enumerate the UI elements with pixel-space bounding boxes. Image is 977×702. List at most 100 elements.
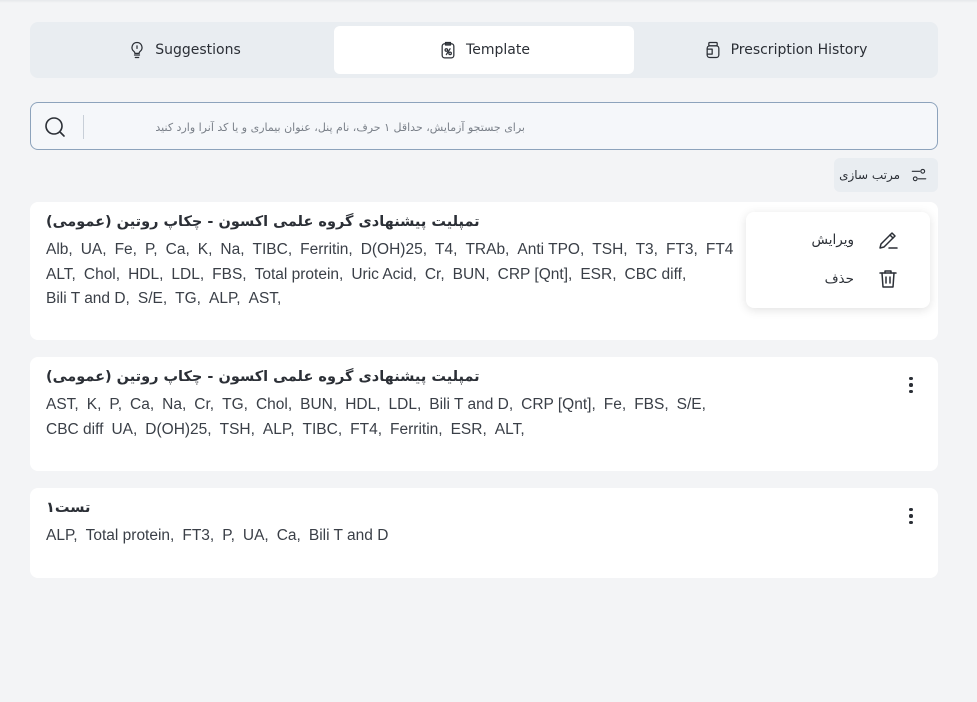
sort-filter-icon (911, 168, 927, 182)
more-options-icon[interactable] (904, 375, 918, 395)
test-item: S/E, (137, 290, 168, 307)
edit-menu-item[interactable]: ویرایش (746, 220, 930, 260)
test-item: Na, (220, 241, 245, 258)
pencil-icon (879, 232, 898, 249)
search-bar (30, 102, 938, 150)
test-item: Chol, (83, 265, 121, 283)
test-item: T4, (435, 241, 458, 258)
test-item: P, (109, 396, 123, 413)
test-item: Ferritin, (390, 420, 443, 438)
test-item: Alb, (46, 241, 73, 258)
test-item: ESR, (580, 265, 617, 283)
tab-label: Suggestions (155, 42, 241, 58)
sort-button[interactable]: مرتب سازی (834, 158, 938, 192)
test-item: TRAb, (465, 241, 510, 258)
test-item: TSH, (592, 241, 628, 258)
test-item: FT4 (705, 241, 734, 258)
test-item: Bili T and D, (429, 396, 514, 413)
test-item: Na, (162, 396, 187, 413)
test-item: FBS, (634, 396, 669, 413)
template-card[interactable]: تست۱ ALP, Total protein, FT3, P, UA, Ca, Bili … (30, 488, 938, 578)
test-item: T3, (635, 241, 658, 258)
test-item: FT3, (182, 527, 215, 544)
template-title: تمپلیت پیشنهادی گروه علمی اکسون - چکاپ ر… (46, 214, 480, 230)
test-item: D(OH)25, (360, 241, 428, 258)
test-item: CBC diff, (624, 265, 687, 283)
test-item: Cr, (424, 265, 445, 283)
test-item: Uric Acid, (351, 265, 417, 283)
test-item: HDL, (128, 265, 164, 283)
test-item: FT3, (666, 241, 698, 258)
test-item: FBS, (212, 265, 247, 283)
test-item: CRP [Qnt], (497, 265, 573, 283)
test-item: ALT, (46, 265, 76, 283)
test-item: Total protein, (85, 527, 175, 544)
test-item: Cr, (194, 396, 215, 413)
template-title: تمپلیت پیشنهادی گروه علمی اکسون - چکاپ ر… (46, 369, 480, 385)
tab-suggestions[interactable]: Suggestions (34, 26, 334, 74)
test-item: P, (222, 527, 235, 544)
template-items: Alb, UA, Fe, P, Ca, K, Na, TIBC, Ferritin, D(OH)2… (46, 238, 766, 312)
test-item: ALT, (494, 420, 525, 438)
test-item: Ca, (130, 396, 155, 413)
test-item: UA, (80, 241, 107, 258)
test-item: D(OH)25, (145, 420, 212, 438)
template-title: تست۱ (46, 500, 91, 516)
test-item: ESR, (450, 420, 487, 438)
edit-label: ویرایش (811, 232, 854, 248)
lightbulb-icon (131, 41, 143, 59)
test-item: ALP, (46, 527, 78, 544)
test-item: P, (144, 241, 158, 258)
test-item: Ferritin, (300, 241, 353, 258)
delete-label: حذف (824, 271, 854, 287)
test-item: TG, (175, 290, 201, 307)
test-item: Fe, (114, 241, 137, 258)
template-items: ALP, Total protein, FT3, P, UA, Ca, Bili T and… (46, 524, 766, 549)
sort-label: مرتب سازی (839, 168, 900, 182)
test-item: AST, (46, 396, 79, 413)
test-item: HDL, (345, 396, 381, 413)
tab-label: Prescription History (730, 42, 868, 58)
test-item: FT4, (350, 420, 383, 438)
test-item: BUN, (300, 396, 338, 413)
test-item: UA, (242, 527, 269, 544)
test-item: Bili T and D (308, 527, 389, 544)
tab-bar: Suggestions Template Prescription Histor… (30, 22, 938, 78)
more-options-icon[interactable] (904, 506, 918, 526)
test-item: Total protein, (254, 265, 344, 283)
test-item: UA, (111, 420, 138, 438)
medicine-bottle-icon (706, 41, 720, 59)
test-item: LDL, (388, 396, 422, 413)
test-item: Anti TPO, (517, 241, 585, 258)
test-item: ALP, (262, 420, 295, 438)
test-item: K, (197, 241, 213, 258)
test-item: BUN, (452, 265, 490, 283)
search-divider (83, 115, 84, 139)
test-item: S/E, (676, 396, 706, 413)
test-item: TIBC, (302, 420, 343, 438)
tab-template[interactable]: Template (334, 26, 634, 74)
delete-menu-item[interactable]: حذف (746, 259, 930, 299)
test-item: CRP [Qnt], (521, 396, 596, 413)
test-item: K, (86, 396, 102, 413)
test-item: TG, (222, 396, 248, 413)
test-item: Fe, (603, 396, 627, 413)
test-item: ALP, (209, 290, 241, 307)
test-item: Bili T and D, (46, 290, 130, 307)
test-item: TSH, (219, 420, 255, 438)
context-menu: ویرایش حذف (746, 212, 930, 308)
template-items: AST, K, P, Ca, Na, Cr, TG, Chol, BUN, HDL, LDL, Bil… (46, 393, 766, 442)
template-card[interactable]: تمپلیت پیشنهادی گروه علمی اکسون - چکاپ ر… (30, 357, 938, 471)
search-input[interactable] (95, 111, 525, 143)
tab-prescription-history[interactable]: Prescription History (636, 26, 934, 74)
trash-icon (879, 270, 897, 288)
test-item: LDL, (171, 265, 205, 283)
test-item: AST, (248, 290, 282, 307)
template-icon (441, 41, 455, 59)
test-item: TIBC, (252, 241, 293, 258)
test-item: CBC diff (46, 420, 104, 438)
test-item: Ca, (165, 241, 190, 258)
test-item: Chol, (255, 396, 293, 413)
test-item: Ca, (276, 527, 301, 544)
search-icon[interactable] (43, 115, 67, 139)
